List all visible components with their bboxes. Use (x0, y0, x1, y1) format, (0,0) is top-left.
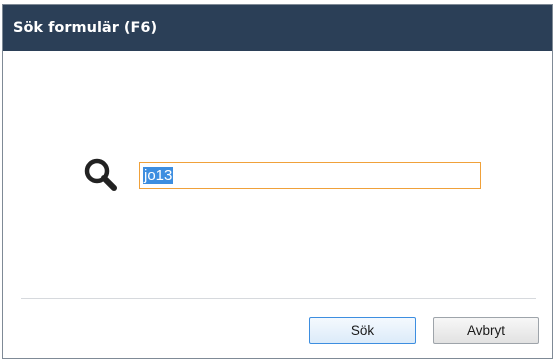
search-input[interactable]: jo13 (139, 161, 481, 189)
search-form-dialog: Sök formulär (F6) jo13 Sök Avbryt (2, 4, 553, 359)
search-row: jo13 (83, 155, 481, 195)
dialog-title: Sök formulär (F6) (13, 20, 158, 36)
search-icon (84, 158, 117, 191)
search-input-value[interactable]: jo13 (143, 166, 174, 184)
title-bar: Sök formulär (F6) (3, 5, 552, 51)
cancel-button[interactable]: Avbryt (433, 317, 539, 344)
divider (21, 298, 536, 299)
search-button[interactable]: Sök (309, 317, 416, 344)
